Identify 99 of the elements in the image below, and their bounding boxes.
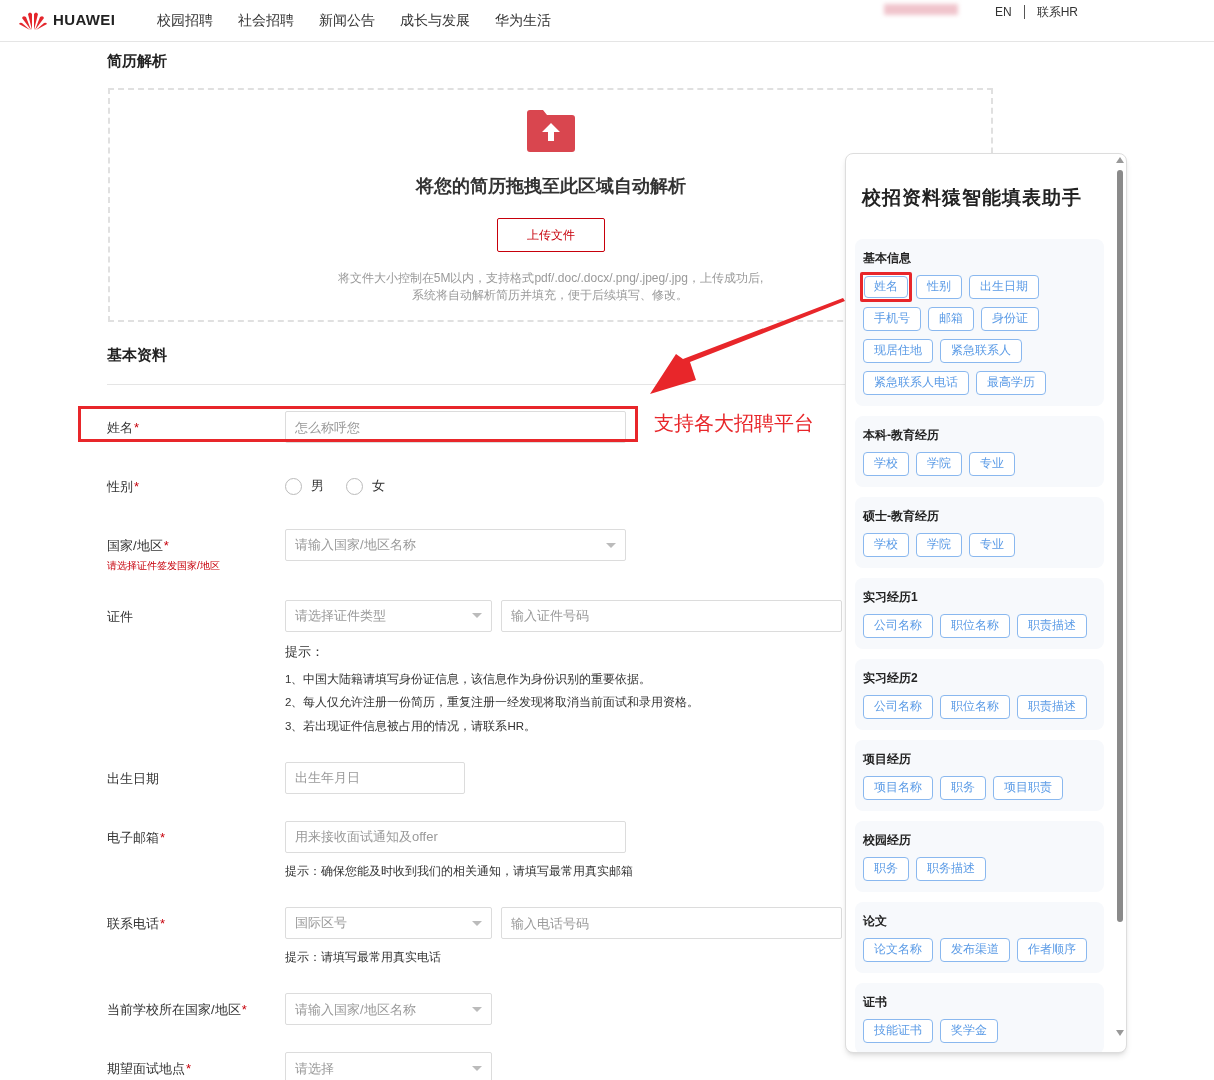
- petal-logo-icon: [19, 10, 47, 31]
- field-chip[interactable]: 项目职责: [993, 775, 1063, 800]
- section-heading: 实习经历1: [863, 588, 919, 606]
- scroll-up-icon[interactable]: [1116, 157, 1124, 163]
- section-title: 基本资料: [107, 344, 167, 365]
- hint-text: 系统将自动解析简历并填充，便于后续填写、修改。: [412, 286, 689, 304]
- nav-link[interactable]: 华为生活: [495, 10, 552, 31]
- field-label: 期望面试地点*: [107, 1060, 193, 1079]
- field-chip[interactable]: 作者顺序: [1017, 937, 1087, 962]
- field-chip[interactable]: 职位名称: [940, 694, 1010, 719]
- input-field[interactable]: 出生年月日: [285, 761, 465, 794]
- field-chip[interactable]: 学校: [863, 532, 909, 557]
- field-label: 姓名*: [107, 419, 141, 437]
- dropdown-caret-icon: [472, 613, 482, 618]
- dropdown-caret-icon: [472, 1006, 482, 1012]
- field-chip[interactable]: 专业: [969, 451, 1015, 476]
- field-chip[interactable]: 发布渠道: [940, 937, 1010, 962]
- section-heading: 实习经历2: [863, 669, 919, 687]
- field-chip[interactable]: 学院: [916, 532, 962, 557]
- nav-link[interactable]: 社会招聘: [238, 10, 295, 31]
- dropdown-field[interactable]: 请输入国家/地区名称: [285, 529, 626, 561]
- field-label: 证件: [107, 607, 134, 626]
- tip-text: 1、中国大陆籍请填写身份证信息，该信息作为身份识别的重要依据。: [285, 672, 653, 687]
- input-field[interactable]: 输入电话号码: [501, 907, 842, 939]
- field-chip[interactable]: 最高学历: [976, 370, 1046, 395]
- field-label: 国家/地区*: [107, 537, 170, 555]
- field-chip[interactable]: 姓名: [860, 271, 912, 302]
- dropdown-field[interactable]: 国际区号: [285, 907, 492, 939]
- dropdown-caret-icon: [472, 920, 482, 926]
- field-chip[interactable]: 邮箱: [928, 306, 974, 331]
- upload-folder-icon: [524, 108, 577, 153]
- field-chip[interactable]: 身份证: [981, 306, 1039, 331]
- field-note: 请选择证件签发国家/地区: [107, 558, 221, 573]
- field-chip[interactable]: 项目名称: [863, 775, 933, 800]
- field-chip[interactable]: 职务: [863, 856, 909, 881]
- nav-link[interactable]: 新闻公告: [319, 10, 376, 31]
- dropdown-field[interactable]: 请输入国家/地区名称: [285, 993, 492, 1026]
- field-label: 当前学校所在国家/地区*: [107, 1001, 248, 1020]
- field-chip[interactable]: 学校: [863, 451, 909, 476]
- field-chip[interactable]: 职责描述: [1017, 613, 1087, 638]
- field-chip[interactable]: 性别: [916, 274, 962, 299]
- field-chip[interactable]: 职位名称: [940, 613, 1010, 638]
- field-label: 出生日期: [107, 769, 160, 788]
- field-chip[interactable]: 职责描述: [1017, 694, 1087, 719]
- field-label: 性别*: [107, 478, 141, 496]
- field-chip[interactable]: 手机号: [863, 306, 921, 331]
- annotation-text: 支持各大招聘平台: [654, 411, 814, 436]
- scrollbar-thumb[interactable]: [1117, 170, 1123, 922]
- nav-link[interactable]: 成长与发展: [400, 10, 471, 31]
- contact-link[interactable]: 联系HR: [1036, 3, 1078, 21]
- input-field[interactable]: 输入证件号码: [501, 599, 842, 632]
- dropdown-field[interactable]: 请选择: [285, 1052, 492, 1080]
- field-chip[interactable]: 专业: [969, 532, 1015, 557]
- section-heading: 硕士-教育经历: [863, 507, 940, 525]
- field-label: 电子邮箱*: [107, 828, 167, 847]
- dropdown-caret-icon: [606, 542, 616, 548]
- section-title: 简历解析: [107, 51, 167, 71]
- field-chip[interactable]: 公司名称: [863, 694, 933, 719]
- drop-instruction: 将您的简历拖拽至此区域自动解析: [415, 174, 686, 198]
- radio-option[interactable]: 男: [285, 476, 324, 496]
- placeholder-text: 国际区号: [295, 914, 347, 933]
- language-link[interactable]: EN: [995, 3, 1012, 21]
- section-heading: 本科-教育经历: [863, 426, 940, 444]
- field-chip[interactable]: 论文名称: [863, 937, 933, 962]
- field-chip[interactable]: 紧急联系人: [940, 338, 1022, 363]
- input-field[interactable]: 用来接收面试通知及offer: [285, 820, 626, 853]
- placeholder-text: 请选择: [295, 1059, 334, 1078]
- field-chip[interactable]: 技能证书: [863, 1018, 933, 1043]
- radio-option[interactable]: 女: [346, 476, 385, 496]
- tip-title: 提示：: [285, 642, 325, 661]
- nav-link[interactable]: 校园招聘: [157, 10, 214, 31]
- section-heading: 基本信息: [863, 249, 912, 267]
- tip-text: 3、若出现证件信息被占用的情况，请联系HR。: [285, 718, 537, 734]
- field-chip[interactable]: 现居住地: [863, 338, 933, 363]
- placeholder-text: 请选择证件类型: [295, 606, 386, 625]
- scroll-down-icon[interactable]: [1116, 1030, 1124, 1036]
- placeholder-text: 请输入国家/地区名称: [295, 1000, 416, 1019]
- field-chip[interactable]: 出生日期: [969, 274, 1039, 299]
- field-chip[interactable]: 公司名称: [863, 613, 933, 638]
- field-chip[interactable]: 奖学金: [940, 1018, 998, 1043]
- field-chip[interactable]: 职务: [940, 775, 986, 800]
- hint-text: 将文件大小控制在5M以内，支持格式pdf/.doc/.docx/.png/.jpeg/.jpg，上传成功后,: [337, 269, 764, 287]
- section-heading: 论文: [863, 912, 888, 930]
- upload-button[interactable]: 上传文件: [496, 217, 605, 252]
- field-label: 联系电话*: [107, 915, 167, 933]
- input-field[interactable]: 怎么称呼您: [285, 411, 626, 443]
- field-chip[interactable]: 职务描述: [916, 856, 986, 881]
- tip-text: 提示：确保您能及时收到我们的相关通知，请填写最常用真实邮箱: [285, 863, 633, 879]
- dropdown-field[interactable]: 请选择证件类型: [285, 599, 492, 632]
- field-chip[interactable]: 紧急联系人电话: [863, 370, 969, 395]
- section-heading: 证书: [863, 993, 888, 1011]
- dropdown-caret-icon: [472, 1065, 482, 1071]
- section-heading: 项目经历: [863, 750, 912, 768]
- tip-text: 提示：请填写最常用真实电话: [285, 950, 442, 965]
- field-chip[interactable]: 学院: [916, 451, 962, 476]
- section-heading: 校园经历: [863, 831, 912, 849]
- brand-name: HUAWEI: [53, 10, 116, 31]
- tip-text: 2、每人仅允许注册一份简历，重复注册一经发现将取消当前面试和录用资格。: [285, 695, 701, 711]
- placeholder-text: 请输入国家/地区名称: [295, 536, 416, 555]
